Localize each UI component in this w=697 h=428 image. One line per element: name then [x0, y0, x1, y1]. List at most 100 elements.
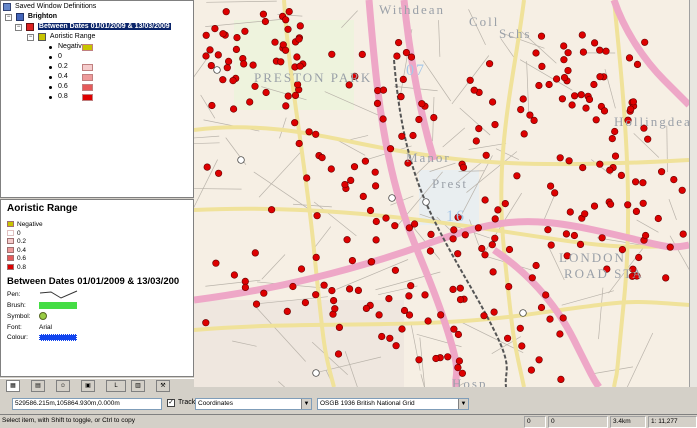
- incident-point[interactable]: [277, 58, 285, 66]
- incident-point[interactable]: [454, 364, 462, 372]
- incident-point[interactable]: [480, 312, 488, 320]
- incident-point[interactable]: [297, 265, 306, 273]
- incident-point[interactable]: [518, 342, 526, 350]
- incident-point[interactable]: [600, 107, 609, 115]
- incident-point[interactable]: [241, 27, 249, 35]
- incident-point[interactable]: [391, 266, 399, 274]
- incident-point[interactable]: [546, 315, 554, 323]
- incident-point[interactable]: [577, 91, 585, 99]
- track-checkbox[interactable]: ✓: [167, 399, 175, 407]
- incident-point[interactable]: [481, 196, 489, 204]
- incident-point[interactable]: [262, 88, 270, 97]
- incident-point[interactable]: [391, 222, 399, 230]
- incident-point[interactable]: [627, 105, 635, 113]
- incident-point[interactable]: [455, 357, 464, 365]
- incident-point[interactable]: [504, 334, 512, 342]
- map-canvas[interactable]: [194, 0, 689, 387]
- incident-point[interactable]: [532, 49, 540, 57]
- incident-point[interactable]: [372, 236, 380, 244]
- incident-point[interactable]: [411, 220, 419, 228]
- incident-point[interactable]: [284, 92, 292, 100]
- incident-point[interactable]: [537, 32, 546, 40]
- incident-point[interactable]: [251, 249, 259, 257]
- coordinates-field[interactable]: 529586.215m,105864.930m,0.000m: [12, 398, 162, 410]
- incident-point[interactable]: [501, 200, 509, 208]
- incident-point[interactable]: [658, 168, 666, 176]
- incident-point[interactable]: [362, 304, 370, 313]
- incident-point[interactable]: [207, 61, 215, 70]
- incident-point[interactable]: [397, 93, 405, 101]
- incident-point[interactable]: [343, 236, 351, 244]
- incident-point[interactable]: [591, 39, 599, 47]
- incident-point[interactable]: [400, 306, 409, 315]
- incident-point[interactable]: [461, 231, 469, 239]
- incident-point[interactable]: [633, 60, 642, 69]
- incident-point[interactable]: [354, 286, 362, 295]
- incident-point[interactable]: [202, 31, 210, 39]
- incident-point[interactable]: [212, 259, 220, 267]
- incident-point[interactable]: [289, 282, 297, 291]
- incident-point-zero[interactable]: [237, 156, 245, 164]
- incident-point[interactable]: [246, 98, 254, 106]
- incident-point[interactable]: [379, 86, 388, 94]
- incident-point[interactable]: [579, 48, 588, 56]
- incident-point[interactable]: [553, 75, 561, 83]
- incident-point-zero[interactable]: [312, 369, 320, 377]
- incident-point[interactable]: [456, 284, 464, 292]
- incident-point[interactable]: [579, 164, 587, 172]
- incident-point[interactable]: [330, 297, 338, 305]
- incident-point[interactable]: [427, 230, 435, 238]
- incident-point[interactable]: [629, 98, 638, 106]
- incident-point[interactable]: [283, 307, 291, 316]
- incident-point[interactable]: [478, 244, 486, 253]
- incident-point[interactable]: [475, 125, 483, 133]
- incident-point[interactable]: [409, 131, 417, 140]
- incident-point[interactable]: [516, 324, 524, 332]
- incident-point[interactable]: [571, 92, 579, 100]
- incident-point[interactable]: [491, 234, 499, 242]
- incident-point[interactable]: [639, 179, 647, 187]
- incident-point[interactable]: [607, 200, 615, 208]
- incident-point[interactable]: [252, 300, 261, 308]
- incident-point[interactable]: [214, 51, 222, 59]
- incident-point[interactable]: [450, 226, 458, 234]
- incident-point[interactable]: [482, 151, 490, 159]
- incident-point[interactable]: [590, 202, 599, 210]
- incident-point[interactable]: [259, 10, 267, 18]
- tools-icon[interactable]: ⚒: [156, 380, 170, 392]
- incident-point[interactable]: [449, 285, 457, 294]
- incident-point[interactable]: [386, 334, 394, 342]
- incident-point[interactable]: [678, 186, 686, 194]
- incident-point[interactable]: [547, 182, 555, 190]
- incident-point[interactable]: [407, 282, 415, 290]
- incident-point[interactable]: [347, 176, 355, 184]
- incident-point[interactable]: [223, 64, 231, 72]
- incident-point[interactable]: [450, 325, 458, 333]
- users-icon[interactable]: ☺: [56, 380, 70, 392]
- incident-point[interactable]: [393, 52, 401, 60]
- incident-point[interactable]: [449, 235, 457, 243]
- incident-point[interactable]: [282, 16, 290, 24]
- incident-point[interactable]: [371, 168, 379, 176]
- collapse-icon[interactable]: −: [15, 23, 22, 31]
- incident-point[interactable]: [632, 178, 640, 186]
- incident-point[interactable]: [395, 38, 403, 47]
- incident-point[interactable]: [229, 76, 237, 85]
- incident-point[interactable]: [617, 171, 626, 179]
- incident-point[interactable]: [551, 189, 559, 197]
- tree-layer-selected[interactable]: − Between Dates 01/01/2009 & 13/03/2009: [15, 22, 171, 32]
- incident-point[interactable]: [491, 120, 499, 129]
- incident-point[interactable]: [528, 274, 536, 282]
- incident-point[interactable]: [560, 42, 568, 50]
- chevron-down-icon[interactable]: ▼: [458, 399, 468, 409]
- incident-point[interactable]: [327, 165, 335, 173]
- incident-point[interactable]: [219, 30, 227, 38]
- incident-point[interactable]: [331, 305, 339, 313]
- incident-point[interactable]: [415, 356, 423, 364]
- incident-point[interactable]: [582, 104, 590, 112]
- incident-point[interactable]: [241, 283, 250, 292]
- incident-point[interactable]: [556, 330, 564, 338]
- incident-point[interactable]: [328, 50, 336, 58]
- incident-point[interactable]: [535, 356, 543, 364]
- incident-point[interactable]: [585, 95, 594, 103]
